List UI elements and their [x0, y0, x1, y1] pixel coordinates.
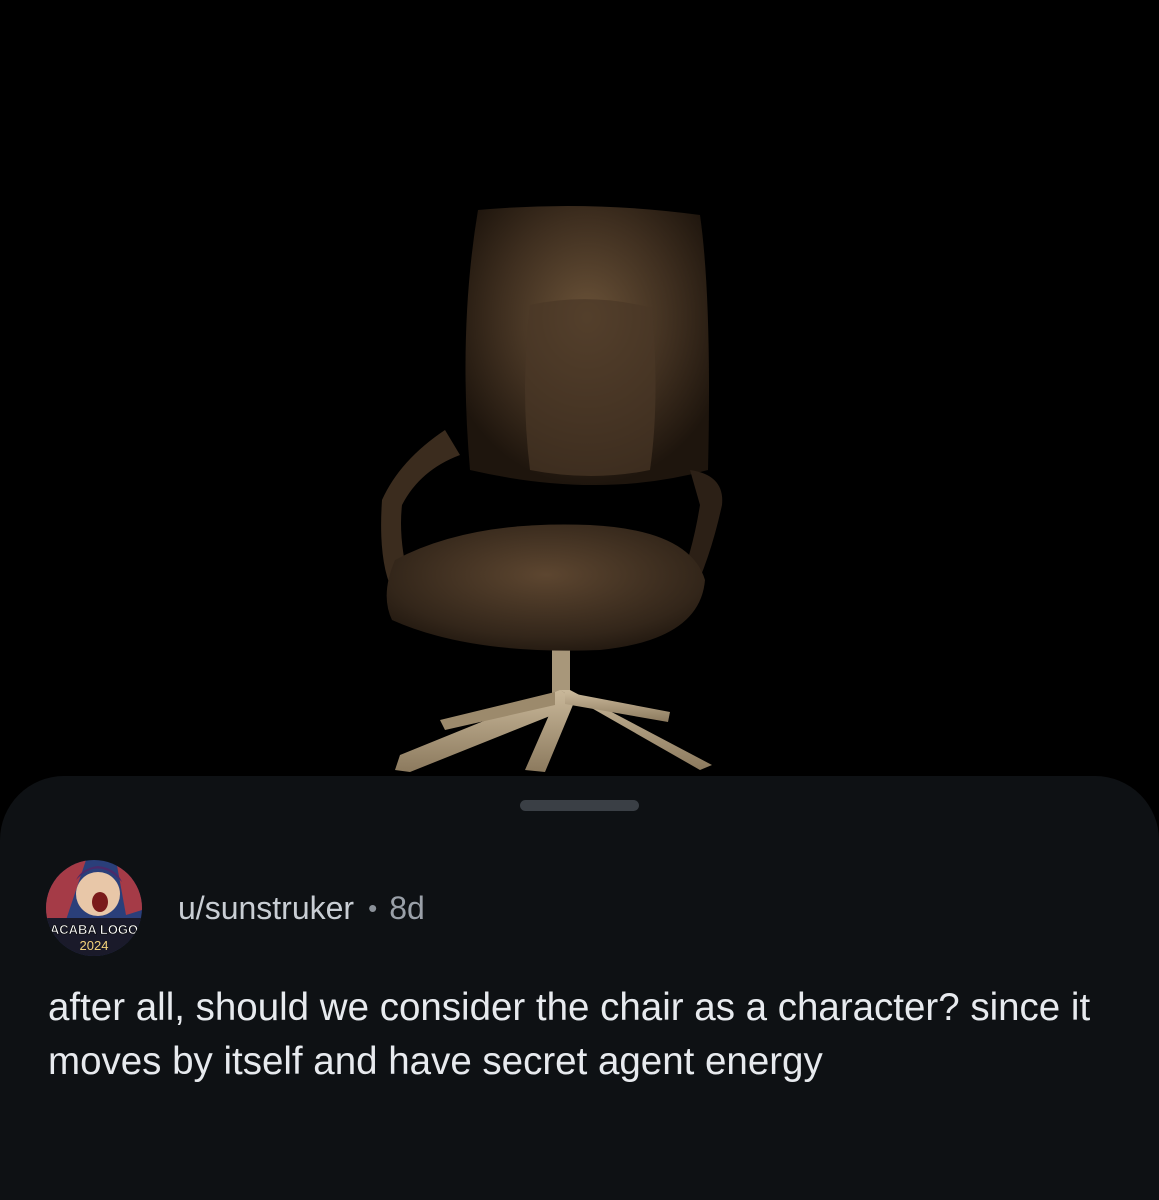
user-avatar[interactable]: ACABA LOGO 2024	[46, 860, 142, 956]
post-meta: u/sunstruker • 8d	[178, 888, 425, 928]
meta-separator: •	[368, 892, 378, 923]
avatar-caption: ACABA LOGO	[50, 922, 138, 937]
post-media[interactable]	[0, 0, 1159, 800]
post-age: 8d	[389, 889, 425, 926]
avatar-image: ACABA LOGO 2024	[46, 860, 142, 956]
comment-sheet: ACABA LOGO 2024 u/sunstruker • 8d after …	[0, 776, 1159, 1200]
avatar-year: 2024	[80, 938, 109, 953]
office-chair-image	[381, 206, 723, 772]
post-body: after all, should we consider the chair …	[48, 986, 1091, 1083]
username-link[interactable]: u/sunstruker	[178, 890, 354, 927]
sheet-drag-handle[interactable]	[520, 800, 639, 811]
